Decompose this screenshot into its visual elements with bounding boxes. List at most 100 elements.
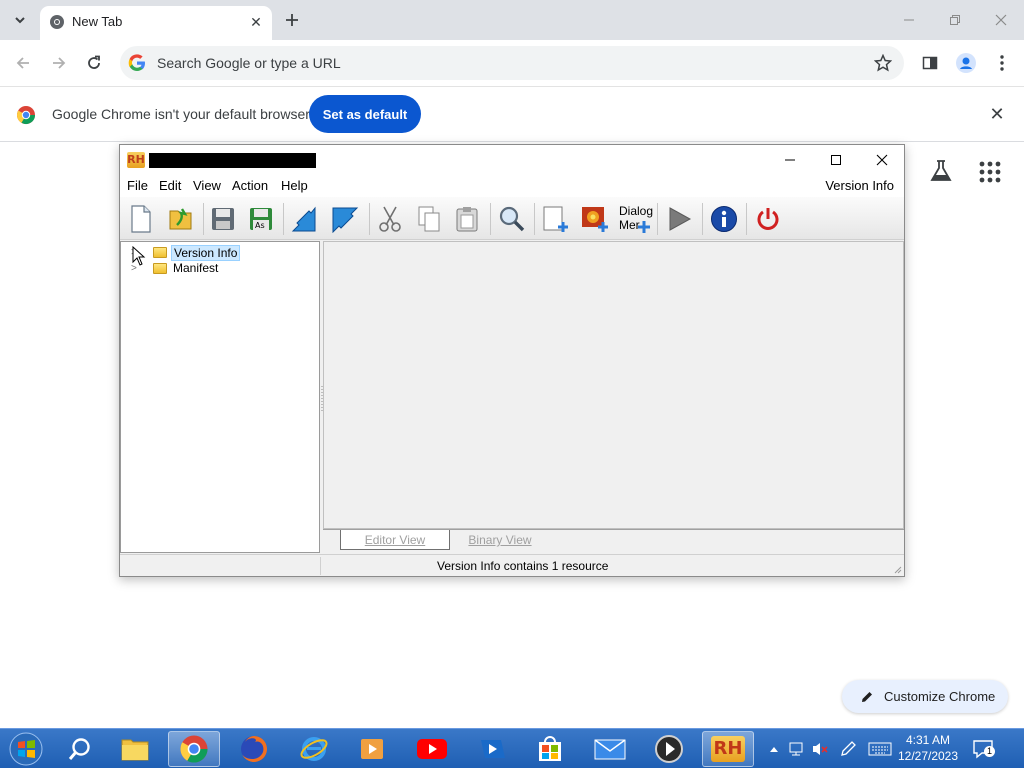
bookmark-button[interactable] <box>872 52 894 74</box>
rh-titlebar[interactable]: RH <box>120 145 904 175</box>
add-image-resource-button[interactable] <box>578 202 612 236</box>
arrow-down-left-icon <box>291 206 316 232</box>
scissors-icon <box>379 206 401 232</box>
tab-editor-view[interactable]: Editor View <box>340 530 450 550</box>
tab-new-tab[interactable]: New Tab ✕ <box>40 6 272 40</box>
menu-edit[interactable]: Edit <box>159 178 181 193</box>
rh-minimize-button[interactable] <box>768 147 812 173</box>
network-icon <box>789 742 803 756</box>
add-resource-button[interactable] <box>539 202 573 236</box>
chevron-up-icon <box>770 747 778 752</box>
close-icon <box>995 14 1007 26</box>
copy-button[interactable] <box>412 202 446 236</box>
volume-tray-icon[interactable] <box>810 739 830 759</box>
tab-search-button[interactable] <box>6 6 34 34</box>
taskbar-youtube[interactable] <box>406 731 458 767</box>
tree-item-manifest[interactable]: > Manifest <box>121 261 319 277</box>
add-image-icon <box>582 207 608 232</box>
menu-file[interactable]: File <box>127 178 148 193</box>
toolbar-separator <box>490 203 491 235</box>
new-tab-button[interactable] <box>280 8 304 32</box>
resource-hacker-logo-icon: RH <box>711 736 745 762</box>
customize-chrome-button[interactable]: Customize Chrome <box>842 680 1008 713</box>
resize-grip-icon[interactable] <box>892 564 902 574</box>
resource-tree[interactable]: > Version Info > Manifest <box>120 241 320 553</box>
taskbar-internet-explorer[interactable] <box>288 731 340 767</box>
back-arrow-icon <box>16 57 29 69</box>
chrome-logo-icon <box>16 106 35 125</box>
save-button[interactable] <box>206 202 240 236</box>
tree-item-version-info[interactable]: > Version Info <box>121 245 319 261</box>
reload-button[interactable] <box>79 48 109 78</box>
forward-button[interactable] <box>44 48 74 78</box>
taskbar-file-explorer[interactable] <box>109 731 161 767</box>
minimize-button[interactable] <box>894 8 924 32</box>
taskbar-video-app[interactable] <box>466 731 518 767</box>
show-hidden-icons-button[interactable] <box>764 739 784 759</box>
save-as-icon: As <box>250 208 272 230</box>
exit-button[interactable] <box>751 202 785 236</box>
set-as-default-button[interactable]: Set as default <box>309 95 421 133</box>
back-button[interactable] <box>8 48 38 78</box>
dialog-merger-button[interactable]: Dialog Mer <box>617 202 653 236</box>
find-button[interactable] <box>495 202 529 236</box>
menu-help[interactable]: Help <box>281 178 308 193</box>
rh-toolbar: As Dialog Mer <box>120 197 904 240</box>
network-tray-icon[interactable] <box>787 739 807 759</box>
omnibox[interactable]: Search Google or type a URL <box>120 46 904 80</box>
pen-icon <box>841 741 856 756</box>
keyboard-tray-icon[interactable] <box>868 739 892 759</box>
power-icon <box>757 208 779 230</box>
close-window-button[interactable] <box>986 8 1016 32</box>
omnibox-placeholder: Search Google or type a URL <box>157 55 341 71</box>
compile-script-button[interactable] <box>288 202 322 236</box>
menu-view[interactable]: View <box>193 178 221 193</box>
magnifier-icon <box>499 206 525 232</box>
rh-maximize-button[interactable] <box>814 147 858 173</box>
dialog-merger-graphic: Dialog Mer <box>617 202 653 236</box>
taskbar-store[interactable] <box>524 731 576 767</box>
taskbar-resource-hacker[interactable]: RH <box>702 731 754 767</box>
taskbar-player[interactable] <box>643 731 695 767</box>
restore-button[interactable] <box>940 8 970 32</box>
rh-close-button[interactable] <box>860 147 904 173</box>
about-button[interactable] <box>707 202 741 236</box>
system-clock[interactable]: 4:31 AM 12/27/2023 <box>893 732 963 764</box>
tab-close-icon[interactable]: ✕ <box>246 12 266 32</box>
side-panel-button[interactable] <box>915 48 945 78</box>
profile-button[interactable] <box>951 48 981 78</box>
editor-pane[interactable] <box>323 241 904 529</box>
save-disk-icon <box>212 208 234 230</box>
taskbar-mail[interactable] <box>584 731 636 767</box>
google-apps-icon[interactable] <box>978 160 1002 184</box>
folder-icon <box>121 739 149 761</box>
profile-avatar-icon <box>956 53 976 73</box>
toolbar-separator <box>746 203 747 235</box>
paste-button[interactable] <box>450 202 484 236</box>
taskbar-media-app[interactable] <box>346 731 398 767</box>
save-as-button[interactable]: As <box>244 202 278 236</box>
taskbar-search[interactable] <box>54 731 106 767</box>
menu-action[interactable]: Action <box>232 178 268 193</box>
folder-icon <box>153 263 167 274</box>
labs-flask-icon[interactable] <box>928 158 954 184</box>
rh-menubar: File Edit View Action Help Version Info <box>120 175 904 197</box>
pen-tray-icon[interactable] <box>838 739 858 759</box>
restore-icon <box>950 15 960 25</box>
new-file-button[interactable] <box>124 202 158 236</box>
arrow-up-left-icon <box>332 207 359 233</box>
customize-chrome-label: Customize Chrome <box>884 689 996 704</box>
cut-button[interactable] <box>373 202 407 236</box>
start-button[interactable] <box>0 731 52 767</box>
run-script-button[interactable] <box>662 202 696 236</box>
open-file-button[interactable] <box>164 202 198 236</box>
media-player-icon <box>361 739 383 759</box>
action-center-button[interactable]: 1 <box>972 739 995 759</box>
chrome-icon <box>50 15 64 29</box>
tab-binary-view[interactable]: Binary View <box>450 530 550 550</box>
infobar-close-icon[interactable]: ✕ <box>986 103 1008 125</box>
chrome-menu-button[interactable] <box>987 48 1017 78</box>
navigate-button[interactable] <box>328 202 362 236</box>
taskbar-chrome[interactable] <box>168 731 220 767</box>
taskbar-firefox[interactable] <box>228 731 280 767</box>
